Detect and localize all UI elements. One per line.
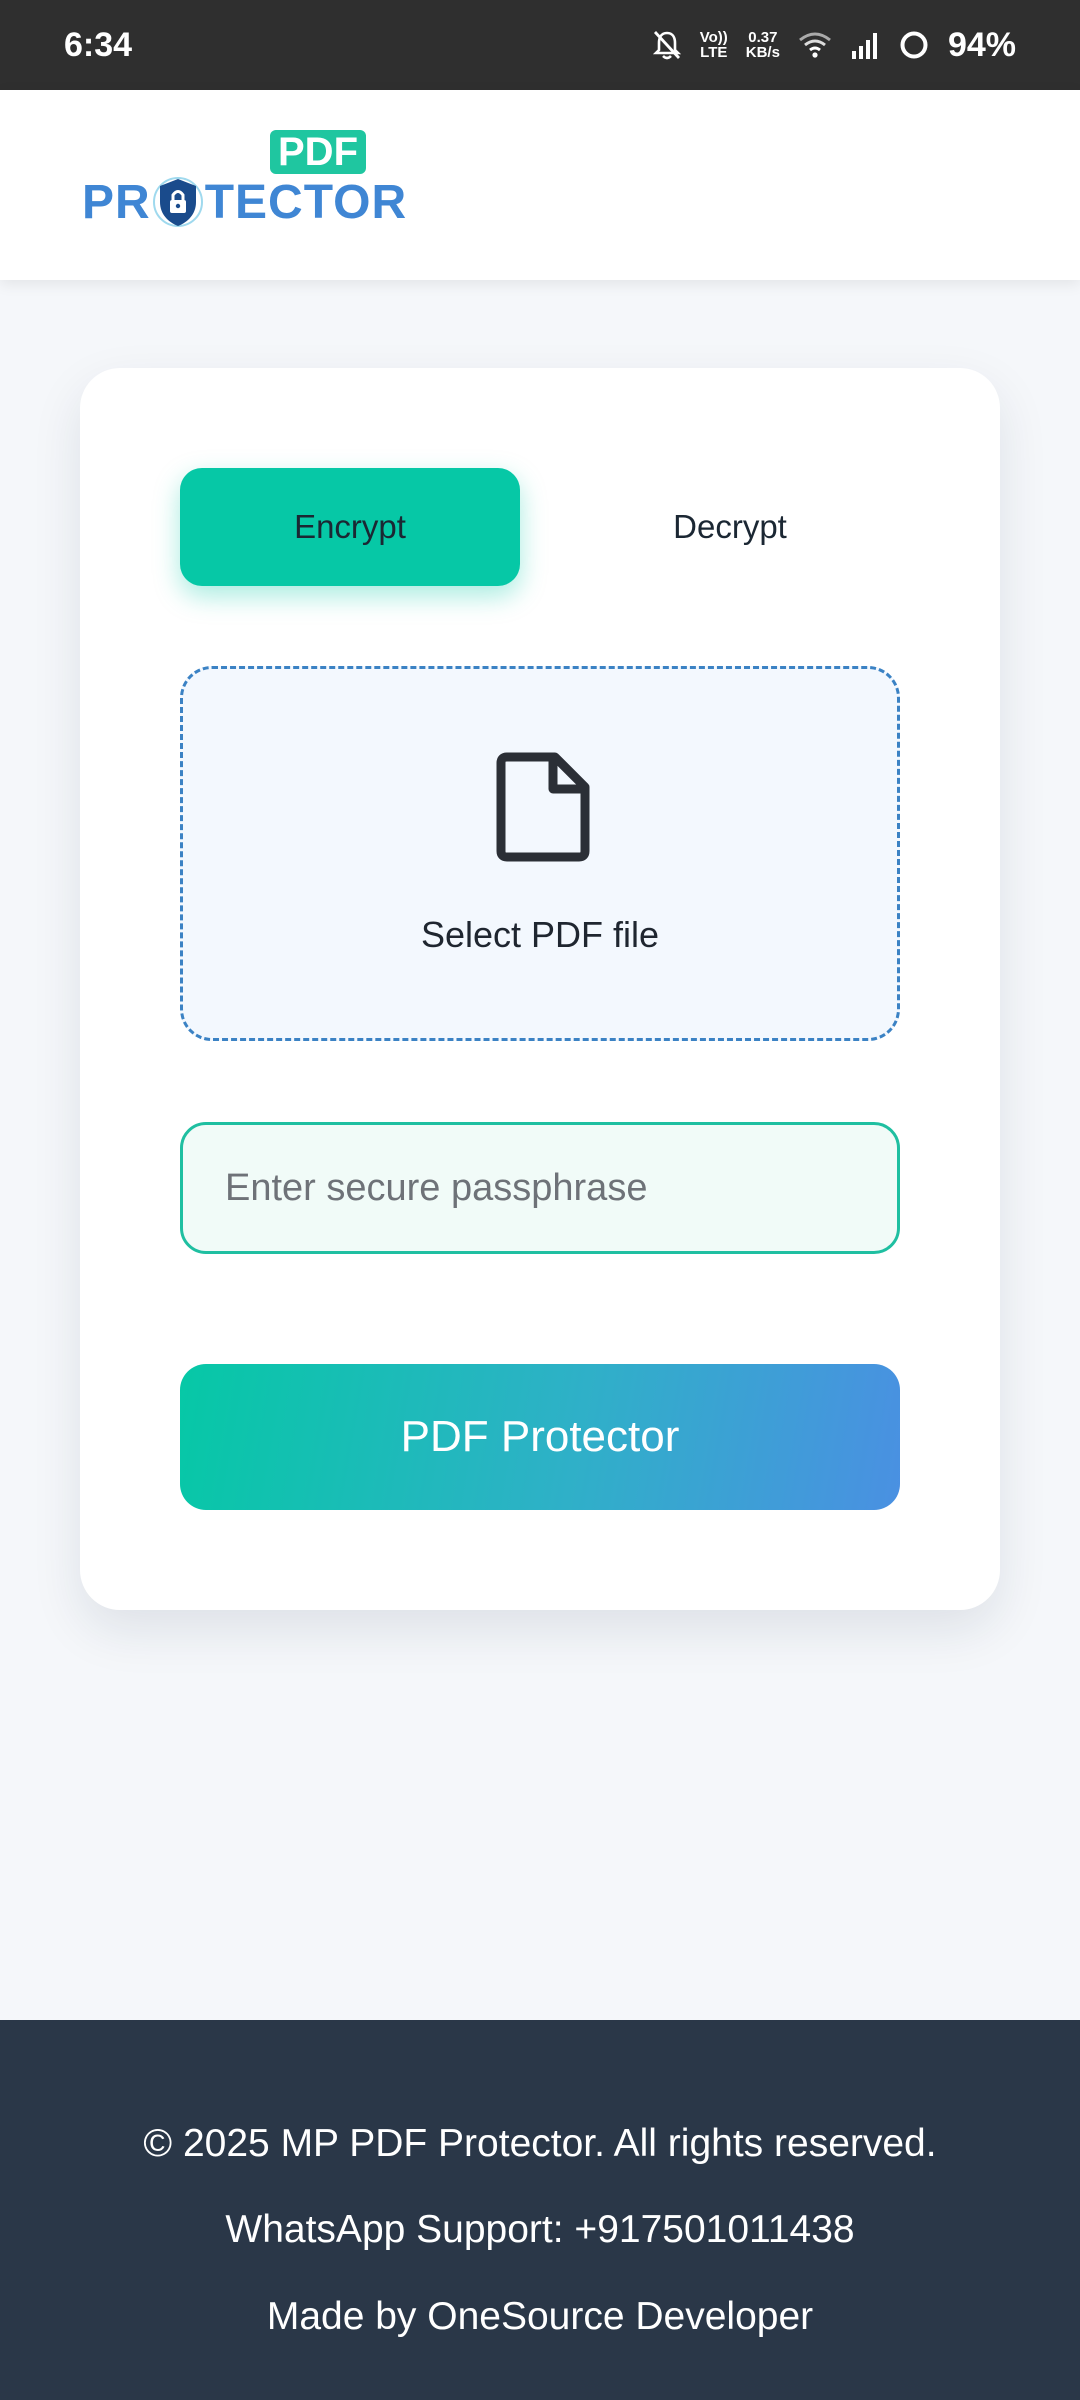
logo-wordmark: PR TECTOR (82, 174, 407, 230)
logo-word-left: PR (82, 175, 151, 229)
status-icons: Vo)) LTE 0.37 KB/s 94% (652, 26, 1016, 65)
tab-encrypt[interactable]: Encrypt (180, 468, 520, 586)
network-speed: 0.37 KB/s (746, 30, 780, 60)
speed-value: 0.37 (748, 29, 778, 46)
protector-card: Encrypt Decrypt Select PDF file PDF Prot… (80, 368, 1000, 1610)
speed-unit: KB/s (745, 44, 780, 61)
logo-badge: PDF (270, 130, 366, 174)
logo-word-right: TECTOR (204, 175, 408, 229)
footer-credit: Made by OneSource Developer (266, 2295, 814, 2338)
footer-copyright: © 2025 MP PDF Protector. All rights rese… (143, 2122, 937, 2165)
volte-icon: Vo)) LTE (699, 29, 728, 61)
dropzone-label: Select PDF file (420, 914, 660, 955)
signal-icon (850, 31, 880, 59)
passphrase-input[interactable] (180, 1122, 900, 1254)
tab-decrypt[interactable]: Decrypt (560, 468, 900, 586)
shield-lock-icon (152, 174, 203, 230)
battery-percent: 94% (947, 25, 1016, 64)
app-logo[interactable]: PDF PR TECTOR (82, 130, 406, 230)
footer-whatsapp-support[interactable]: WhatsApp Support: +917501011438 (0, 2208, 1080, 2252)
app-header: PDF PR TECTOR (0, 90, 1080, 280)
battery-ring-icon (898, 29, 930, 61)
status-time: 6:34 (64, 25, 133, 64)
pdf-file-dropzone[interactable]: Select PDF file (180, 666, 900, 1041)
file-icon (493, 751, 593, 863)
footer: © 2025 MP PDF Protector. All rights rese… (0, 2020, 1080, 2400)
pdf-protector-button[interactable]: PDF Protector (180, 1364, 900, 1510)
status-bar: 6:34 Vo)) LTE 0.37 KB/s 94% (0, 0, 1080, 90)
wifi-icon (798, 31, 832, 59)
bell-muted-icon (652, 29, 682, 61)
